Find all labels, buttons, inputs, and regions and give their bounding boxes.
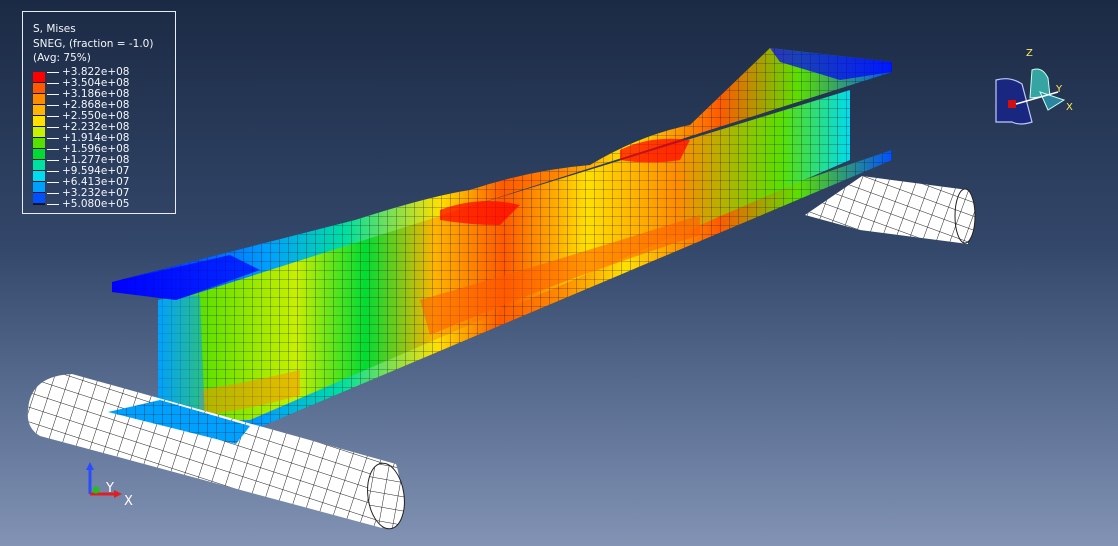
legend-tick bbox=[47, 105, 59, 106]
legend-tick bbox=[47, 138, 59, 139]
legend-swatch bbox=[33, 94, 45, 105]
legend-swatch bbox=[33, 127, 45, 138]
view-triad-x-label: X bbox=[1066, 102, 1073, 113]
legend-swatch bbox=[33, 72, 45, 83]
legend-tick bbox=[47, 182, 59, 183]
legend-swatch bbox=[33, 138, 45, 149]
legend-swatch bbox=[33, 171, 45, 182]
view-triad-origin-icon bbox=[1008, 100, 1016, 108]
legend-swatch bbox=[33, 193, 45, 204]
legend-tick bbox=[47, 193, 59, 194]
legend-swatch bbox=[33, 83, 45, 94]
legend-tick bbox=[47, 116, 59, 117]
legend-averaging: (Avg: 75%) bbox=[33, 52, 91, 64]
back-roller[interactable] bbox=[805, 176, 976, 244]
legend-tick bbox=[47, 149, 59, 150]
legend-tick bbox=[47, 171, 59, 172]
legend-tick bbox=[47, 72, 59, 73]
legend-title: S, Mises bbox=[33, 23, 76, 35]
model-viewport[interactable]: Y X Z Y X S, Mises SNEG, (fraction = -1.… bbox=[0, 0, 1118, 546]
legend-tick bbox=[47, 160, 59, 161]
view-triad[interactable]: Z Y X bbox=[995, 48, 1073, 125]
legend-swatch bbox=[33, 116, 45, 127]
view-triad-z-label: Z bbox=[1026, 48, 1033, 59]
legend-tick bbox=[47, 127, 59, 128]
legend-tick bbox=[47, 83, 59, 84]
legend-value: +5.080e+05 bbox=[62, 198, 130, 210]
legend-swatch bbox=[33, 182, 45, 193]
legend-swatch bbox=[33, 160, 45, 171]
global-axis-triad: Y X bbox=[86, 462, 133, 509]
triad-y-label: Y bbox=[105, 481, 114, 496]
legend-swatch bbox=[33, 105, 45, 116]
view-triad-y-label: Y bbox=[1055, 84, 1063, 95]
contour-legend[interactable]: S, Mises SNEG, (fraction = -1.0) (Avg: 7… bbox=[22, 11, 176, 214]
triad-x-label: X bbox=[124, 494, 133, 509]
legend-color-bar bbox=[33, 72, 45, 205]
legend-tick bbox=[47, 94, 59, 95]
legend-subtitle: SNEG, (fraction = -1.0) bbox=[33, 38, 154, 50]
legend-swatch bbox=[33, 149, 45, 160]
legend-tick bbox=[47, 204, 59, 205]
